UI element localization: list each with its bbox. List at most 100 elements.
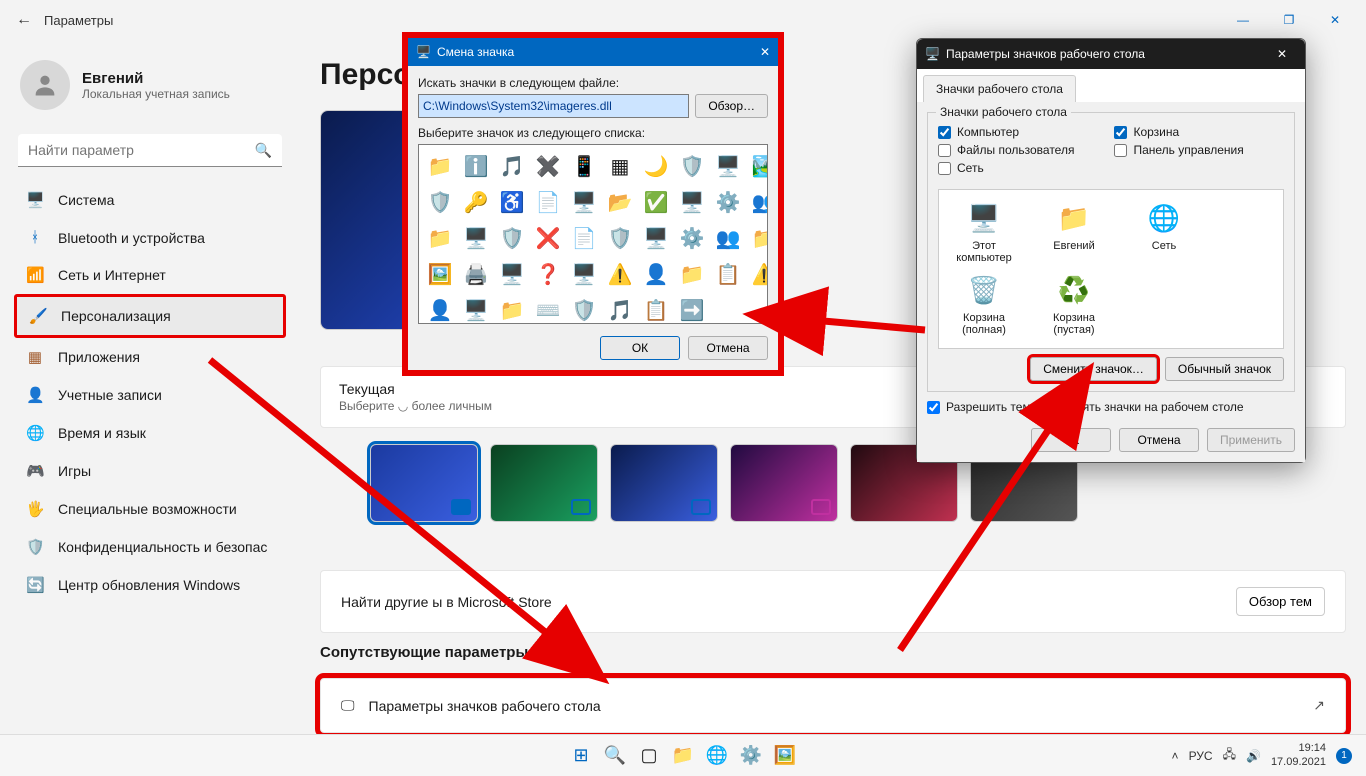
icon-option[interactable]: ⚠️	[749, 259, 768, 289]
task-view[interactable]: ▢	[635, 742, 663, 770]
network-icon[interactable]: 🖧	[1223, 745, 1236, 766]
cb-network[interactable]: Сеть	[938, 161, 1074, 175]
cb-recycle[interactable]: Корзина	[1114, 125, 1243, 139]
file-explorer[interactable]: 📁	[669, 742, 697, 770]
icon-option[interactable]: 🖥️	[677, 187, 707, 217]
icon-option[interactable]: 🖨️	[461, 259, 491, 289]
icon-option[interactable]: 🖥️	[641, 223, 671, 253]
clock[interactable]: 19:14 17.09.2021	[1271, 742, 1326, 768]
icon-option[interactable]: 👥	[749, 187, 768, 217]
icon-option[interactable]: 📄	[533, 187, 563, 217]
path-input[interactable]	[418, 94, 689, 118]
nav-item-4[interactable]: ▦Приложения	[14, 338, 286, 376]
theme-thumb-1[interactable]	[370, 444, 478, 522]
dialog-close-button[interactable]: ✕	[1267, 47, 1297, 61]
icon-option[interactable]: 🖥️	[569, 187, 599, 217]
nav-item-9[interactable]: 🛡️Конфиденциальность и безопас	[14, 528, 286, 566]
nav-item-7[interactable]: 🎮Игры	[14, 452, 286, 490]
icon-option[interactable]: 🖥️	[461, 223, 491, 253]
nav-item-6[interactable]: 🌐Время и язык	[14, 414, 286, 452]
icon-option[interactable]: 📋	[713, 259, 743, 289]
language-indicator[interactable]: РУС	[1189, 749, 1213, 763]
icon-option[interactable]: ♿	[497, 187, 527, 217]
desktop-icon-item[interactable]: 🗑️Корзина (полная)	[949, 272, 1019, 338]
icon-option[interactable]: 🌙	[641, 151, 671, 181]
change-ok-button[interactable]: ОК	[600, 336, 680, 360]
icon-option[interactable]: 🖥️	[461, 295, 491, 324]
browse-button[interactable]: Обзор…	[695, 94, 768, 118]
search-input[interactable]	[18, 134, 282, 167]
icon-picker[interactable]: 📁ℹ️🎵✖️📱▦🌙🛡️🖥️🏞️🛡️🔑♿📄🖥️📂✅🖥️⚙️👥📁🖥️🛡️❌📄🛡️🖥️…	[418, 144, 768, 324]
icon-option[interactable]: 👤	[425, 295, 455, 324]
icon-option[interactable]: 🖥️	[497, 259, 527, 289]
icon-option[interactable]: ⌨️	[533, 295, 563, 324]
browse-themes-button[interactable]: Обзор тем	[1236, 587, 1325, 616]
settings-app[interactable]: ⚙️	[737, 742, 765, 770]
nav-item-2[interactable]: 📶Сеть и Интернет	[14, 256, 286, 294]
desktop-icon-item[interactable]: 🖥️Этот компьютер	[949, 200, 1019, 266]
icon-option[interactable]: 📂	[605, 187, 635, 217]
cb-computer[interactable]: Компьютер	[938, 125, 1074, 139]
icon-option[interactable]: 📋	[641, 295, 671, 324]
ok-button[interactable]: ОК	[1031, 428, 1111, 452]
icon-option[interactable]: 👤	[641, 259, 671, 289]
desktop-icon-item[interactable]: ♻️Корзина (пустая)	[1039, 272, 1109, 338]
icon-option[interactable]: 📁	[425, 223, 455, 253]
app-icon[interactable]: 🖼️	[771, 742, 799, 770]
icon-option[interactable]: 🏞️	[749, 151, 768, 181]
icon-option[interactable]: 🔑	[461, 187, 491, 217]
icon-option[interactable]: 🖥️	[713, 151, 743, 181]
notification-badge[interactable]: 1	[1336, 748, 1352, 764]
edge-browser[interactable]: 🌐	[703, 742, 731, 770]
icon-option[interactable]: 👥	[713, 223, 743, 253]
icon-option[interactable]: ℹ️	[461, 151, 491, 181]
icon-option[interactable]: 🎵	[605, 295, 635, 324]
icon-option[interactable]: 🛡️	[497, 223, 527, 253]
cb-control[interactable]: Панель управления	[1114, 143, 1243, 157]
icon-option[interactable]: 🛡️	[677, 151, 707, 181]
icon-option[interactable]: 🛡️	[569, 295, 599, 324]
icon-option[interactable]: ▦	[605, 151, 635, 181]
user-account[interactable]: Евгений Локальная учетная запись	[14, 48, 286, 130]
icon-option[interactable]: 📱	[569, 151, 599, 181]
icon-option[interactable]: ✖️	[533, 151, 563, 181]
icon-option[interactable]: ➡️	[677, 295, 707, 324]
back-button[interactable]: ←	[8, 11, 40, 29]
icon-option[interactable]: 🛡️	[605, 223, 635, 253]
icon-option[interactable]: 🛡️	[425, 187, 455, 217]
theme-thumb-2[interactable]	[490, 444, 598, 522]
change-dialog-close[interactable]: ✕	[760, 45, 770, 59]
icon-option[interactable]: 🖥️	[569, 259, 599, 289]
icon-option[interactable]: 📄	[569, 223, 599, 253]
desktop-icon-item[interactable]: 📁Евгений	[1039, 200, 1109, 266]
icon-option[interactable]: ⚙️	[713, 187, 743, 217]
maximize-button[interactable]: ❐	[1266, 4, 1312, 36]
icon-option[interactable]: 🖼️	[425, 259, 455, 289]
nav-item-8[interactable]: 🖐️Специальные возможности	[14, 490, 286, 528]
nav-item-10[interactable]: 🔄Центр обновления Windows	[14, 566, 286, 604]
volume-icon[interactable]: 🔊	[1246, 749, 1261, 763]
icon-option[interactable]: 📁	[497, 295, 527, 324]
icon-option[interactable]: 📁	[677, 259, 707, 289]
tray-chevron-icon[interactable]: ˄	[1172, 749, 1179, 763]
theme-thumb-3[interactable]	[610, 444, 718, 522]
icon-option[interactable]: 🎵	[497, 151, 527, 181]
default-icon-button[interactable]: Обычный значок	[1165, 357, 1284, 381]
minimize-button[interactable]: —	[1220, 4, 1266, 36]
icon-option[interactable]: ⚙️	[677, 223, 707, 253]
taskbar-search[interactable]: 🔍	[601, 742, 629, 770]
close-button[interactable]: ✕	[1312, 4, 1358, 36]
cancel-button[interactable]: Отмена	[1119, 428, 1199, 452]
change-cancel-button[interactable]: Отмена	[688, 336, 768, 360]
nav-item-5[interactable]: 👤Учетные записи	[14, 376, 286, 414]
icon-option[interactable]: ❌	[533, 223, 563, 253]
cb-userfiles[interactable]: Файлы пользователя	[938, 143, 1074, 157]
nav-item-1[interactable]: ᚼBluetooth и устройства	[14, 219, 286, 256]
icon-option[interactable]: ❓	[533, 259, 563, 289]
icon-option[interactable]: ⚠️	[605, 259, 635, 289]
start-button[interactable]: ⊞	[567, 742, 595, 770]
theme-thumb-4[interactable]	[730, 444, 838, 522]
cb-allow-themes[interactable]: Разрешить темам изменять значки на рабоч…	[927, 400, 1295, 414]
tab-desktop-icons[interactable]: Значки рабочего стола	[923, 75, 1076, 102]
nav-item-0[interactable]: 🖥️Система	[14, 181, 286, 219]
